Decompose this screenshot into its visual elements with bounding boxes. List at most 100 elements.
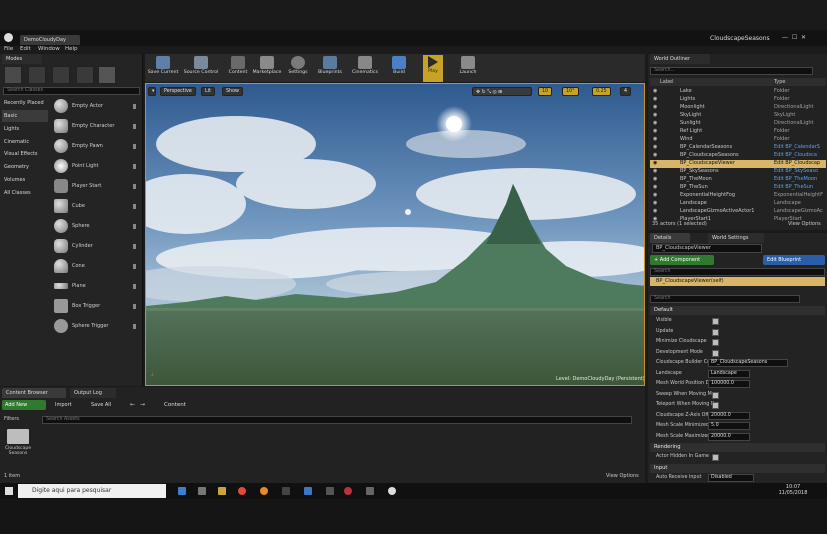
visibility-eye-icon[interactable]: ◉	[653, 176, 657, 182]
visibility-eye-icon[interactable]: ◉	[653, 120, 657, 126]
outliner-row[interactable]: ◉ BP_CalendarSeasons Edit BP_CalendarS	[650, 144, 826, 152]
property-checkbox[interactable]	[712, 339, 719, 346]
import-button[interactable]: Import	[52, 400, 84, 410]
outliner-view-options[interactable]: View Options	[788, 221, 821, 227]
chrome-icon[interactable]	[238, 487, 246, 495]
outliner-row[interactable]: ◉ Lake Folder	[650, 88, 826, 96]
component-search-input[interactable]: Search	[650, 268, 825, 276]
modes-tab[interactable]: Modes	[2, 54, 42, 64]
visibility-eye-icon[interactable]: ◉	[653, 88, 657, 94]
outliner-row[interactable]: ◉ BP_TheMoon Edit BP_TheMoon	[650, 176, 826, 184]
property-value-field[interactable]: Landscape	[708, 369, 750, 378]
class-item[interactable]: Empty Character	[52, 117, 138, 136]
class-item[interactable]: Sphere	[52, 217, 138, 236]
property-checkbox[interactable]	[712, 318, 719, 325]
property-checkbox[interactable]	[712, 349, 719, 357]
window-controls[interactable]: — ☐ ✕	[782, 34, 822, 42]
geometry-mode-button[interactable]	[98, 66, 116, 84]
perspective-button[interactable]: Perspective	[160, 87, 196, 96]
details-tab[interactable]: Details	[650, 233, 690, 243]
content-button[interactable]: Content	[227, 55, 249, 82]
section-input[interactable]: Input	[650, 464, 825, 473]
class-search-input[interactable]: Search Classes	[3, 87, 140, 95]
visibility-eye-icon[interactable]: ◉	[653, 160, 657, 166]
source-control-button[interactable]: Source Control	[181, 55, 221, 82]
editor-icon[interactable]	[366, 487, 374, 495]
class-item[interactable]: Empty Actor	[52, 97, 138, 116]
cb-view-options[interactable]: View Options	[606, 473, 639, 479]
visibility-eye-icon[interactable]: ◉	[653, 112, 657, 118]
property-checkbox[interactable]	[712, 328, 719, 336]
firefox-icon[interactable]	[260, 487, 268, 495]
file-explorer-icon[interactable]	[198, 487, 206, 495]
col-type[interactable]: Type	[774, 79, 785, 85]
build-button[interactable]: Build	[389, 55, 409, 82]
visibility-eye-icon[interactable]: ◉	[653, 144, 657, 150]
save-current-button[interactable]: Save Current	[147, 55, 179, 82]
visibility-eye-icon[interactable]: ◉	[653, 168, 657, 174]
outliner-row[interactable]: ◉ Lights Folder	[650, 96, 826, 104]
property-value-field[interactable]: 5.0	[708, 422, 750, 430]
outliner-row[interactable]: ◉ Sunlight DirectionalLight	[650, 120, 826, 128]
folder-icon[interactable]	[218, 487, 226, 495]
edit-blueprint-button[interactable]: Edit Blueprint	[763, 255, 825, 265]
class-item[interactable]: Plane	[52, 277, 138, 296]
place-mode-button[interactable]	[4, 66, 22, 84]
scale-snap-value[interactable]: 0.25	[592, 87, 611, 96]
play-button[interactable]: Play	[423, 55, 443, 82]
section-default[interactable]: Default	[650, 306, 825, 315]
property-checkbox[interactable]	[712, 402, 719, 409]
actor-hidden-checkbox[interactable]	[712, 454, 719, 461]
section-rendering[interactable]: Rendering	[650, 443, 825, 452]
marketplace-button[interactable]: Marketplace	[251, 55, 283, 82]
col-label[interactable]: Label	[660, 79, 674, 85]
asset-search-input[interactable]: Search Assets	[42, 416, 632, 424]
viewport-options-button[interactable]: ▾	[148, 87, 156, 96]
outliner-row-type[interactable]: Edit BP_Cloudsca	[774, 152, 817, 158]
property-value-field[interactable]: 20000.0	[708, 411, 750, 420]
camera-speed-value[interactable]: 4	[620, 87, 632, 96]
class-item[interactable]: Box Trigger	[52, 297, 138, 316]
menu-edit[interactable]: Edit	[20, 46, 31, 52]
class-item[interactable]: Point Light	[52, 157, 138, 176]
outliner-row-type[interactable]: Edit BP_TheSun	[774, 184, 813, 190]
menu-window[interactable]: Window	[38, 46, 60, 52]
add-component-button[interactable]: + Add Component	[650, 255, 714, 265]
back-arrow-icon[interactable]: ←	[130, 401, 135, 408]
outliner-row[interactable]: ◉ BP_CloudscapeSeasons Edit BP_Cloudsca	[650, 152, 826, 160]
path-breadcrumb[interactable]: Content	[164, 402, 186, 408]
actor-name-field[interactable]: BP_CloudscapeViewer	[652, 244, 762, 253]
terminal-icon[interactable]	[282, 487, 290, 495]
grid-snap-value[interactable]: 10	[538, 87, 553, 96]
unreal-icon[interactable]	[388, 487, 396, 495]
level-viewport[interactable]: ▾ Perspective Lit Show ✥ ↻ ⤡ ◎ ⊞ 10 10° …	[145, 83, 645, 386]
class-item[interactable]: Cylinder	[52, 237, 138, 256]
filters-button[interactable]: Filters	[4, 416, 38, 424]
visibility-eye-icon[interactable]: ◉	[653, 192, 657, 198]
property-search-input[interactable]: Search	[650, 295, 800, 303]
menu-file[interactable]: File	[4, 46, 13, 52]
menu-help[interactable]: Help	[65, 46, 78, 52]
outliner-row[interactable]: ◉ Ref Light Folder	[650, 128, 826, 136]
launch-button[interactable]: Launch	[455, 55, 481, 82]
calculator-icon[interactable]	[304, 487, 312, 495]
outliner-row-type[interactable]: Edit BP_Cloudscap	[774, 160, 820, 166]
outliner-row[interactable]: ◉ SkyLight SkyLight	[650, 112, 826, 120]
forward-arrow-icon[interactable]: →	[140, 401, 145, 408]
transform-tools[interactable]: ✥ ↻ ⤡ ◎ ⊞	[472, 87, 532, 96]
visibility-eye-icon[interactable]: ◉	[653, 104, 657, 110]
cinematics-button[interactable]: Cinematics	[349, 55, 381, 82]
visibility-eye-icon[interactable]: ◉	[653, 136, 657, 142]
foliage-mode-button[interactable]	[76, 66, 94, 84]
outliner-row[interactable]: ◉ Wind Folder	[650, 136, 826, 144]
landscape-mode-button[interactable]	[52, 66, 70, 84]
show-button[interactable]: Show	[222, 87, 243, 96]
outliner-row[interactable]: ◉ LandscapeGizmoActiveActor1 LandscapeGizm…	[650, 208, 826, 216]
outliner-row[interactable]: ◉ BP_TheSun Edit BP_TheSun	[650, 184, 826, 192]
world-outliner-tab[interactable]: World Outliner	[650, 54, 710, 64]
taskbar-search-input[interactable]: Digite aqui para pesquisar	[18, 484, 166, 498]
visibility-eye-icon[interactable]: ◉	[653, 96, 657, 102]
outliner-row[interactable]: ◉ Landscape Landscape	[650, 200, 826, 208]
class-item[interactable]: Cone	[52, 257, 138, 276]
outliner-row[interactable]: ◉ BP_CloudscapeViewer Edit BP_Cloudscap	[650, 160, 826, 168]
